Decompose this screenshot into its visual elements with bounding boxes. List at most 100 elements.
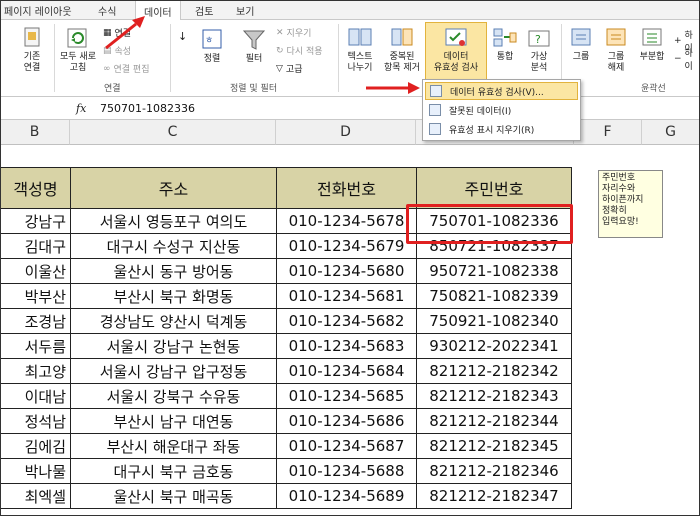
cell-phone[interactable]: 010-1234-5681 (276, 283, 417, 309)
edit-links-item[interactable]: ∞ 연결 편집 (103, 62, 149, 76)
ribbon: 기존 연결 모두 새로 고침 ▦ 연결 ▤ 속성 ∞ 연결 편집 연결 ↓ ㅎ 정렬 … (0, 20, 700, 97)
subtotal-button[interactable]: 부분합 (634, 26, 670, 63)
cell-resident-id[interactable]: 821212-2182345 (416, 433, 572, 459)
cell-address[interactable]: 부산시 해운대구 좌동 (70, 433, 277, 459)
text-to-columns-button[interactable]: 텍스트 나누기 (342, 26, 378, 74)
hide-detail-item[interactable]: − 하이 (674, 46, 700, 72)
cell-phone[interactable]: 010-1234-5687 (276, 433, 417, 459)
what-if-analysis-button[interactable]: ? 가상 분석 (521, 26, 557, 74)
advanced-item[interactable]: ▽ 고급 (276, 62, 302, 76)
cell-phone[interactable]: 010-1234-5686 (276, 408, 417, 434)
header-name[interactable]: 객성명 (0, 167, 71, 209)
cell-phone[interactable]: 010-1234-5685 (276, 383, 417, 409)
cell-address[interactable]: 울산시 북구 매곡동 (70, 483, 277, 509)
column-header-g[interactable]: G (642, 120, 700, 145)
cell-name[interactable]: 김에김 (0, 433, 71, 459)
cell-name[interactable]: 이대남 (0, 383, 71, 409)
table-row: 서두름 서울시 강남구 논현동 010-1234-5683 930212-202234… (0, 333, 572, 359)
cell-phone[interactable]: 010-1234-5689 (276, 483, 417, 509)
cell-name[interactable]: 박부산 (0, 283, 71, 309)
clear-item[interactable]: ✕ 지우기 (276, 26, 311, 40)
connections-item[interactable]: ▦ 연결 (103, 26, 131, 40)
properties-icon: ▤ (103, 45, 112, 56)
cell-address[interactable]: 부산시 북구 화명동 (70, 283, 277, 309)
cell-address[interactable]: 대구시 북구 금호동 (70, 458, 277, 484)
cell-phone[interactable]: 010-1234-5679 (276, 233, 417, 259)
cell-address[interactable]: 경상남도 양산시 덕계동 (70, 308, 277, 334)
cell-resident-id[interactable]: 750921-1082340 (416, 308, 572, 334)
cell-resident-id[interactable]: 821212-2182347 (416, 483, 572, 509)
sort-button[interactable]: ㅎ 정렬 (198, 28, 226, 65)
table-row: 김에김 부산시 해운대구 좌동 010-1234-5687 821212-218234… (0, 433, 572, 459)
consolidate-button[interactable]: 통합 (489, 26, 521, 63)
cell-address[interactable]: 서울시 강남구 압구정동 (70, 358, 277, 384)
formula-value[interactable]: 750701-1082336 (100, 102, 195, 115)
fx-icon[interactable]: fx (76, 102, 86, 115)
column-header-c[interactable]: C (70, 120, 276, 145)
sort-icon: ㅎ (202, 29, 222, 49)
header-address[interactable]: 주소 (70, 167, 277, 209)
cell-resident-id[interactable]: 750821-1082339 (416, 283, 572, 309)
chain-icon: ∞ (103, 63, 111, 74)
sort-az-icon[interactable]: ↓ (178, 30, 187, 43)
cell-address[interactable]: 대구시 수성구 지산동 (70, 233, 277, 259)
header-resident-id[interactable]: 주민번호 (416, 167, 572, 209)
data-validation-button[interactable]: 데이터 유효성 검사 (425, 26, 487, 74)
table-header-row: 객성명 주소 전화번호 주민번호 (0, 167, 572, 209)
refresh-all-button[interactable]: 모두 새로 고침 (56, 26, 100, 74)
group-connections-label: 연결 (104, 84, 121, 94)
remove-duplicates-button[interactable]: 중복된 항목 제거 (379, 26, 425, 74)
reapply-item[interactable]: ↻ 다시 적용 (276, 44, 323, 58)
cell-name[interactable]: 김대구 (0, 233, 71, 259)
cell-phone[interactable]: 010-1234-5682 (276, 308, 417, 334)
tab-data[interactable]: 데이터 (135, 0, 181, 21)
ungroup-button[interactable]: 그룹 해제 (600, 26, 632, 74)
cell-resident-id[interactable]: 821212-2182344 (416, 408, 572, 434)
refresh-icon (67, 28, 87, 48)
cell-name[interactable]: 서두름 (0, 333, 71, 359)
column-header-d[interactable]: D (276, 120, 416, 145)
circle-invalid-icon (429, 104, 441, 116)
table-row: 이울산 울산시 동구 방어동 010-1234-5680 950721-1082338 (0, 258, 572, 284)
cell-resident-id[interactable]: 821212-2182343 (416, 383, 572, 409)
cell-address[interactable]: 서울시 강북구 수유동 (70, 383, 277, 409)
cell-resident-id[interactable]: 930212-2022341 (416, 333, 572, 359)
cell-address[interactable]: 울산시 동구 방어동 (70, 258, 277, 284)
cell-address[interactable]: 서울시 영등포구 여의도 (70, 208, 277, 234)
cell-phone[interactable]: 010-1234-5688 (276, 458, 417, 484)
group-button[interactable]: 그룹 (565, 26, 597, 63)
show-detail-icon: + (674, 36, 682, 46)
cell-name[interactable]: 강남구 (0, 208, 71, 234)
menu-item-data-validation[interactable]: 데이터 유효성 검사(V)... (425, 82, 578, 100)
filter-button[interactable]: 필터 (240, 28, 268, 65)
cell-name[interactable]: 이울산 (0, 258, 71, 284)
tab-view[interactable]: 보기 (236, 3, 254, 18)
existing-connections-button[interactable]: 기존 연결 (14, 26, 50, 74)
table-row: 최고양 서울시 강남구 압구정동 010-1234-5684 821212-21823… (0, 358, 572, 384)
column-header-b[interactable]: B (0, 120, 70, 145)
column-header-f[interactable]: F (574, 120, 642, 145)
cell-name[interactable]: 박나물 (0, 458, 71, 484)
cell-phone[interactable]: 010-1234-5683 (276, 333, 417, 359)
cell-phone[interactable]: 010-1234-5680 (276, 258, 417, 284)
cell-address[interactable]: 서울시 강남구 논현동 (70, 333, 277, 359)
cell-resident-id[interactable]: 821212-2182342 (416, 358, 572, 384)
menu-item-clear-circles[interactable]: 유효성 표시 지우기(R) (425, 120, 578, 138)
properties-item[interactable]: ▤ 속성 (103, 44, 131, 58)
tab-review[interactable]: 검토 (195, 3, 213, 18)
cell-name[interactable]: 최고양 (0, 358, 71, 384)
menu-item-circle-invalid[interactable]: 잘못된 데이터(I) (425, 101, 578, 119)
cell-address[interactable]: 부산시 남구 대연동 (70, 408, 277, 434)
cell-name[interactable]: 조경남 (0, 308, 71, 334)
tab-formulas[interactable]: 수식 (98, 3, 116, 18)
cell-resident-id[interactable]: 950721-1082338 (416, 258, 572, 284)
cell-phone[interactable]: 010-1234-5684 (276, 358, 417, 384)
tab-page-layout[interactable]: 페이지 레이아웃 (4, 3, 72, 18)
clear-circles-icon (429, 123, 441, 135)
header-phone[interactable]: 전화번호 (276, 167, 417, 209)
cell-resident-id[interactable]: 821212-2182346 (416, 458, 572, 484)
cell-name[interactable]: 정석남 (0, 408, 71, 434)
clear-icon: ✕ (276, 27, 284, 38)
cell-name[interactable]: 최엑셀 (0, 483, 71, 509)
cell-phone[interactable]: 010-1234-5678 (276, 208, 417, 234)
